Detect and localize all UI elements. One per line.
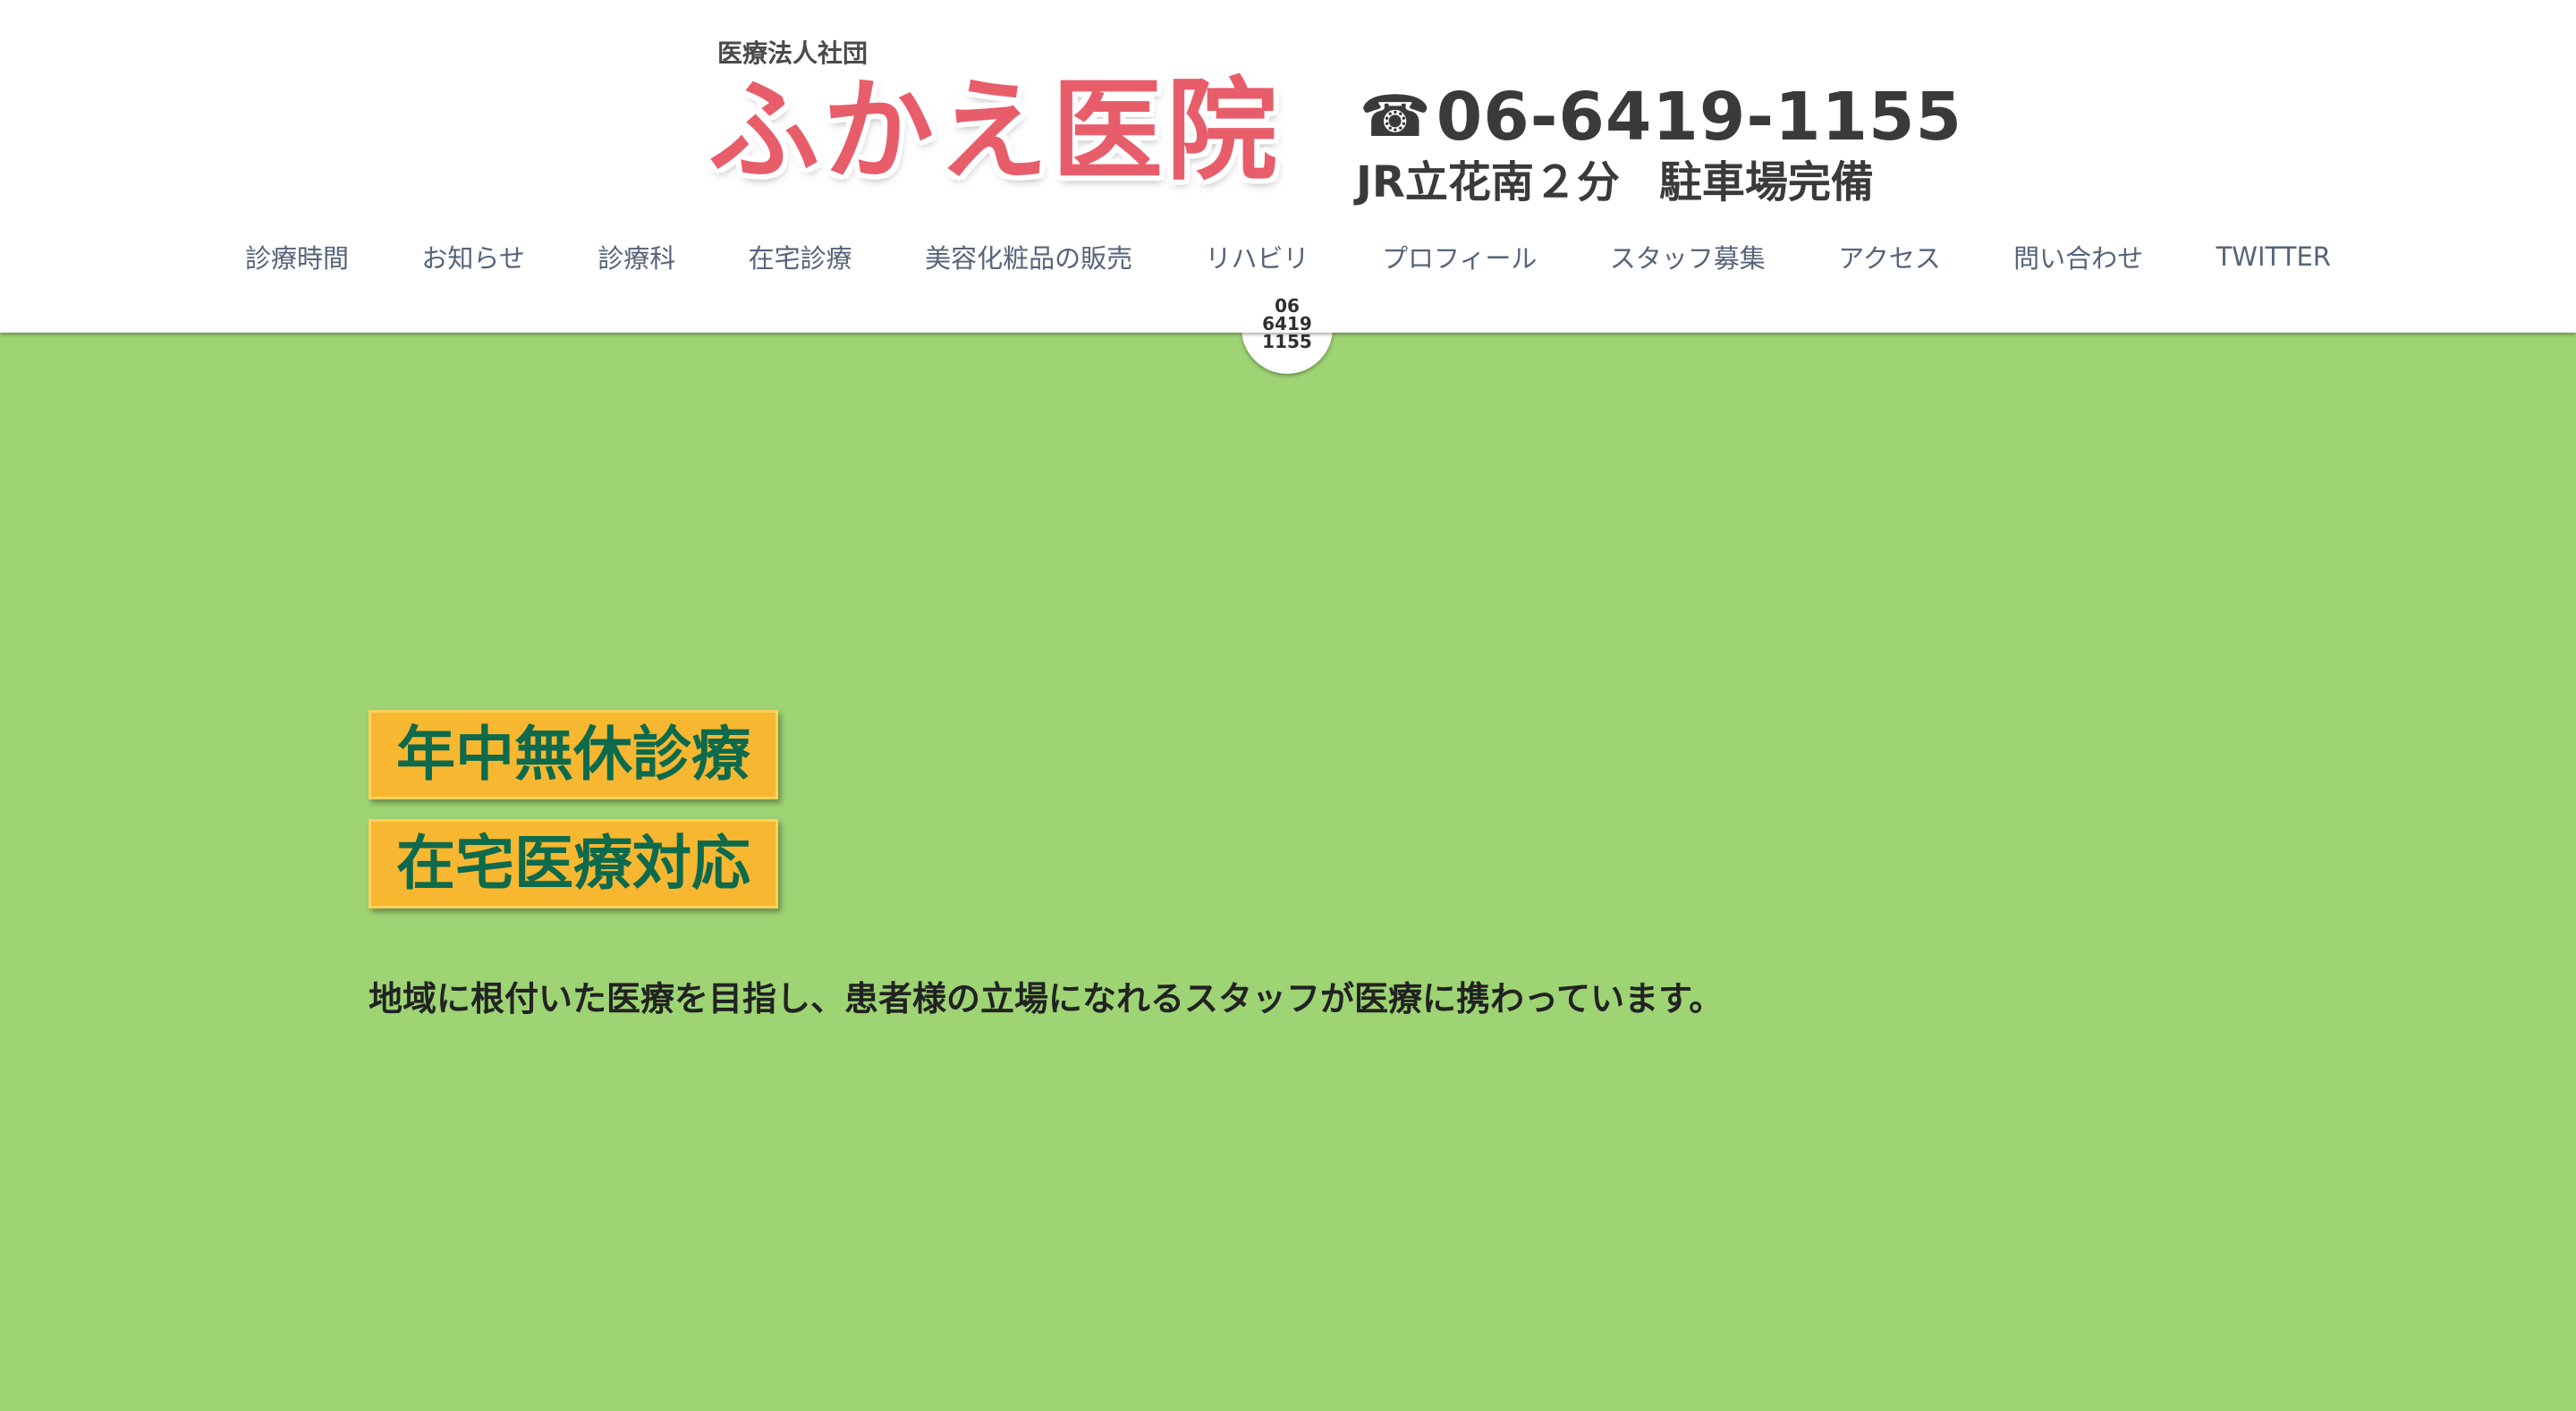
phone-row: ☎06-6419-1155	[1360, 79, 1962, 156]
open-year-round-badge: 年中無休診療	[369, 710, 778, 799]
nav-item-profile[interactable]: プロフィール	[1382, 238, 1537, 275]
clinic-name: ふかえ医院	[708, 67, 1282, 196]
clinic-logo[interactable]: 医療法人社団 ふかえ医院 ☎06-6419-1155 JR立花南２分 駐車場完備	[698, 29, 1962, 216]
access-info: JR立花南２分 駐車場完備	[1356, 147, 1874, 209]
nav-item-departments[interactable]: 診療科	[597, 238, 675, 275]
nav-item-recruit[interactable]: スタッフ募集	[1610, 238, 1766, 275]
phone-tab-line-3: 1155	[1262, 331, 1312, 352]
nav-item-cosmetics[interactable]: 美容化粧品の販売	[925, 238, 1132, 275]
parking-info: 駐車場完備	[1658, 157, 1874, 207]
station-access: JR立花南２分	[1356, 157, 1620, 207]
phone-icon: ☎	[1360, 84, 1431, 150]
nav-item-hours[interactable]: 診療時間	[245, 238, 349, 275]
nav-item-home-care[interactable]: 在宅診療	[749, 238, 852, 275]
phone-tab-line-2: 6419	[1262, 313, 1312, 334]
nav-item-twitter[interactable]: TWITTER	[2216, 241, 2331, 272]
nav-item-news[interactable]: お知らせ	[421, 238, 524, 275]
phone-tab-label[interactable]: 06 6419 1155	[1241, 297, 1333, 351]
phone-tab-line-1: 06	[1275, 295, 1300, 317]
phone-number: 06-6419-1155	[1436, 79, 1963, 156]
nav-item-contact[interactable]: 問い合わせ	[2013, 238, 2143, 275]
nav-item-access[interactable]: アクセス	[1838, 238, 1941, 275]
home-care-badge: 在宅医療対応	[369, 819, 778, 908]
clinic-tagline: 地域に根付いた医療を目指し、患者様の立場になれるスタッフが医療に携わっています。	[369, 979, 1724, 1018]
